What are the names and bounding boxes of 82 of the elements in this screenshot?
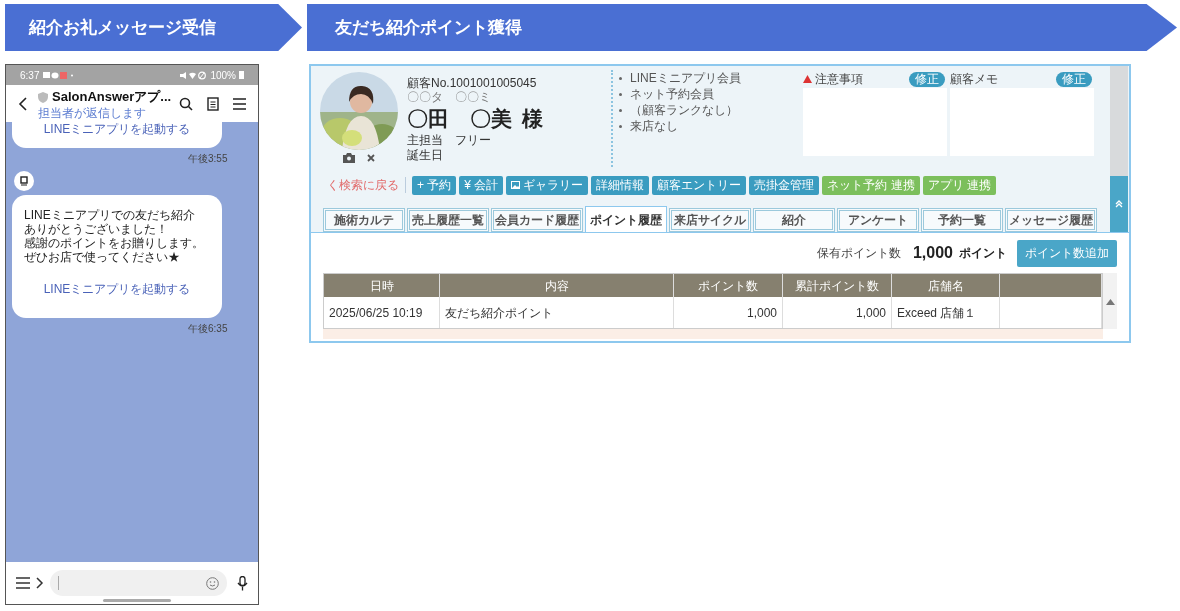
scroll-up-icon[interactable]: [1105, 299, 1115, 305]
birthday-label: 誕生日: [407, 148, 444, 162]
message-line: 感謝のポイントをお贈りします。: [24, 236, 205, 250]
double-chevron-up-icon: [1115, 200, 1123, 208]
customer-tag: LINEミニアプリ会員: [630, 71, 741, 86]
bullet-icon: [619, 93, 622, 96]
chevron-right-icon[interactable]: [36, 577, 44, 589]
honorific-text: 様: [522, 106, 543, 132]
customer-tag: ネット予約会員: [630, 87, 714, 102]
action-button[interactable]: ¥ 会計: [459, 175, 504, 195]
notes-icon[interactable]: [207, 96, 219, 111]
bullet-icon: [619, 77, 622, 80]
chat-title: SalonAnswerアプ...: [52, 88, 172, 107]
bullet-icon: [619, 125, 622, 128]
points-value: 1,000: [912, 243, 953, 263]
action-button[interactable]: 売掛金管理: [749, 175, 820, 195]
avatar-icon: [14, 171, 34, 191]
action-button[interactable]: 顧客エントリー: [652, 175, 747, 195]
home-indicator: [103, 599, 171, 602]
message-line: ぜひお店で使ってください★: [24, 250, 181, 264]
microphone-icon[interactable]: [237, 575, 248, 591]
tab[interactable]: アンケート: [837, 208, 919, 232]
note-title: 顧客メモ: [950, 71, 998, 88]
image-icon: [511, 181, 521, 190]
table-cell: 友だち紹介ポイント: [440, 297, 674, 328]
warning-icon: [803, 75, 812, 83]
customer-name: 〇田 〇美: [407, 106, 512, 132]
staff-text: 主担当 フリー: [407, 133, 492, 148]
customer-kana: 〇〇タ 〇〇ミ: [407, 90, 492, 105]
tab[interactable]: 来店サイクル: [669, 208, 751, 232]
emoji-icon[interactable]: [206, 576, 219, 590]
tab[interactable]: 売上履歴一覧: [407, 208, 489, 232]
message-line: LINEミニアプリでの友だち紹介: [24, 208, 196, 222]
tab[interactable]: 予約一覧: [921, 208, 1003, 232]
close-icon[interactable]: [367, 154, 375, 162]
edit-button[interactable]: 修正: [1056, 71, 1092, 87]
customer-tag: 来店なし: [630, 119, 678, 134]
message-input[interactable]: [50, 570, 227, 596]
shield-icon: [38, 91, 48, 103]
launch-link[interactable]: LINEミニアプリを起動する: [43, 280, 191, 298]
add-points-button[interactable]: ポイント数追加: [1017, 239, 1117, 267]
points-unit: ポイント: [959, 245, 1007, 262]
message-line: ありがとうございました！: [24, 222, 169, 236]
chat-subtitle: 担当者が返信します: [38, 106, 147, 120]
battery-text: 100%: [210, 68, 236, 83]
note-field[interactable]: [950, 88, 1094, 156]
customer-number: 顧客No.1001001005045: [407, 76, 538, 90]
step-banner: 紹介お礼メッセージ受信: [5, 4, 302, 51]
tab[interactable]: ポイント履歴: [585, 206, 667, 232]
notification-icons: [42, 70, 75, 80]
search-icon[interactable]: [179, 96, 193, 111]
message-time: 午後6:35: [188, 322, 228, 336]
table-cell: 1,000: [674, 297, 783, 328]
action-button[interactable]: ギャラリー: [506, 175, 589, 195]
clock-text: 6:37: [20, 68, 40, 83]
tab[interactable]: メッセージ履歴: [1005, 208, 1097, 232]
back-icon[interactable]: [18, 96, 28, 111]
action-button[interactable]: 詳細情報: [591, 175, 650, 195]
action-button[interactable]: アプリ 連携: [922, 175, 997, 195]
tab[interactable]: 会員カード履歴: [491, 208, 583, 232]
menu-icon[interactable]: [16, 577, 30, 589]
tab[interactable]: 施術カルテ: [323, 208, 405, 232]
step-banner: 友だち紹介ポイント獲得: [307, 4, 1177, 51]
action-button[interactable]: ネット予約 連携: [822, 175, 920, 195]
table-cell: Exceed 店舗１: [892, 297, 1000, 328]
edit-button[interactable]: 修正: [909, 71, 945, 87]
points-label: 保有ポイント数: [816, 245, 901, 262]
launch-link[interactable]: LINEミニアプリを起動する: [43, 122, 191, 136]
signal-icons: [179, 70, 208, 80]
table-cell: 1,000: [783, 297, 892, 328]
bullet-icon: [619, 109, 622, 112]
camera-icon[interactable]: [343, 153, 355, 163]
battery-icon: [239, 71, 244, 79]
note-field[interactable]: [803, 88, 947, 156]
action-button[interactable]: + 予約: [412, 175, 457, 195]
note-title: 注意事項: [815, 71, 863, 88]
table-cell: 2025/06/25 10:19: [324, 297, 440, 328]
customer-tag: （顧客ランクなし）: [630, 103, 738, 118]
message-time: 午後3:55: [188, 152, 228, 166]
back-link[interactable]: く検索に戻る: [327, 176, 405, 195]
menu-icon[interactable]: [233, 97, 246, 110]
tab[interactable]: 紹介: [753, 208, 835, 232]
